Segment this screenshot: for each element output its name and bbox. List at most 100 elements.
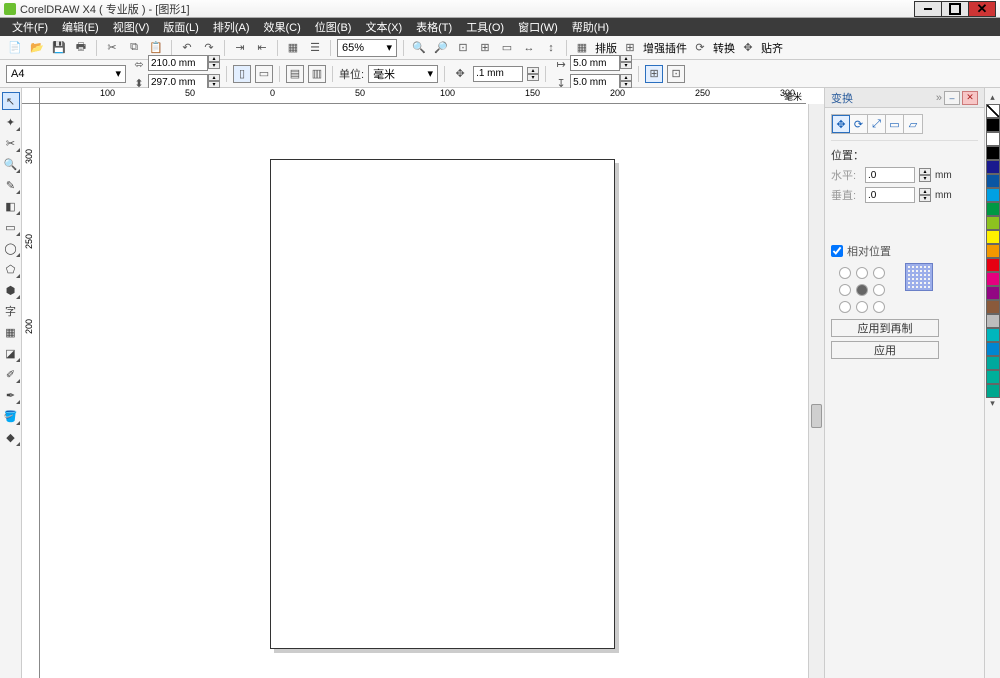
v-input[interactable] — [865, 187, 915, 203]
redo-button[interactable]: ↷ — [200, 39, 218, 57]
menu-tools[interactable]: 工具(O) — [460, 18, 510, 36]
zoom-height-icon[interactable]: ↕ — [542, 39, 560, 57]
tab-scale[interactable]: ⤢ — [868, 115, 886, 133]
docker-close-button[interactable]: ✕ — [962, 91, 978, 105]
portrait-button[interactable]: ▯ — [233, 65, 251, 83]
swatch[interactable] — [986, 286, 1000, 300]
pick-tool[interactable]: ↖ — [2, 92, 20, 110]
eyedropper-tool[interactable]: ✐ — [2, 365, 20, 383]
dup-x-input[interactable]: 5.0 mm — [570, 55, 620, 71]
basic-shapes-tool[interactable]: ⬢ — [2, 281, 20, 299]
swatch[interactable] — [986, 300, 1000, 314]
landscape-button[interactable]: ▭ — [255, 65, 273, 83]
ruler-origin[interactable] — [22, 88, 40, 104]
menu-file[interactable]: 文件(F) — [6, 18, 54, 36]
zoom-combo[interactable]: 65%▾ — [337, 39, 397, 57]
zoom-page-icon[interactable]: ▭ — [498, 39, 516, 57]
swatch-none[interactable] — [986, 104, 1000, 118]
palette-down[interactable]: ▾ — [990, 398, 995, 410]
close-button[interactable]: ✕ — [968, 1, 996, 17]
group-convert-icon[interactable]: ⟳ — [691, 39, 709, 57]
tab-skew[interactable]: ▱ — [904, 115, 922, 133]
ruler-horizontal[interactable]: 100 50 0 50 100 150 200 250 300 毫米 — [40, 88, 806, 104]
menu-table[interactable]: 表格(T) — [410, 18, 458, 36]
welcome-button[interactable]: ☰ — [306, 39, 324, 57]
minimize-button[interactable] — [914, 1, 942, 17]
swatch[interactable] — [986, 244, 1000, 258]
interactive-fill-tool[interactable]: ◆ — [2, 428, 20, 446]
fill-tool[interactable]: 🪣 — [2, 407, 20, 425]
page-width-input[interactable]: 210.0 mm — [148, 55, 208, 71]
apply-duplicate-button[interactable]: 应用到再制 — [831, 319, 939, 337]
h-input[interactable] — [865, 167, 915, 183]
maximize-button[interactable] — [941, 1, 969, 17]
docker-header[interactable]: 变换 » – ✕ — [825, 88, 984, 108]
zoom-out-icon[interactable]: 🔎 — [432, 39, 450, 57]
new-button[interactable]: 📄 — [6, 39, 24, 57]
tab-rotate[interactable]: ⟳ — [850, 115, 868, 133]
crop-tool[interactable]: ✂ — [2, 134, 20, 152]
menu-effects[interactable]: 效果(C) — [258, 18, 307, 36]
smart-fill-tool[interactable]: ◧ — [2, 197, 20, 215]
zoom-selection-icon[interactable]: ⊡ — [454, 39, 472, 57]
tab-position[interactable]: ✥ — [832, 115, 850, 133]
paste-button[interactable]: 📋 — [147, 39, 165, 57]
units-combo[interactable]: 毫米▾ — [368, 65, 438, 83]
text-tool[interactable]: 字 — [2, 302, 20, 320]
zoom-in-icon[interactable]: 🔍 — [410, 39, 428, 57]
swatch[interactable] — [986, 258, 1000, 272]
all-pages-button[interactable]: ▤ — [286, 65, 304, 83]
export-button[interactable]: ⇤ — [253, 39, 271, 57]
shape-tool[interactable]: ✦ — [2, 113, 20, 131]
print-button[interactable]: 🖶 — [72, 39, 90, 57]
paper-size-combo[interactable]: A4▾ — [6, 65, 126, 83]
copy-button[interactable]: ⧉ — [125, 39, 143, 57]
vertical-scrollbar[interactable] — [808, 104, 824, 678]
save-button[interactable]: 💾 — [50, 39, 68, 57]
table-tool[interactable]: ▦ — [2, 323, 20, 341]
swatch[interactable] — [986, 174, 1000, 188]
swatch[interactable] — [986, 370, 1000, 384]
relative-checkbox[interactable]: 相对位置 — [831, 243, 978, 259]
swatch[interactable] — [986, 328, 1000, 342]
cut-button[interactable]: ✂ — [103, 39, 121, 57]
menu-window[interactable]: 窗口(W) — [512, 18, 564, 36]
drawing-canvas[interactable] — [40, 104, 806, 678]
swatch[interactable] — [986, 202, 1000, 216]
swatch[interactable] — [986, 272, 1000, 286]
snap-toggle-2[interactable]: ⊡ — [667, 65, 685, 83]
import-button[interactable]: ⇥ — [231, 39, 249, 57]
scrollbar-thumb[interactable] — [811, 404, 822, 428]
zoom-all-icon[interactable]: ⊞ — [476, 39, 494, 57]
menu-bitmaps[interactable]: 位图(B) — [309, 18, 358, 36]
menu-help[interactable]: 帮助(H) — [566, 18, 615, 36]
swatch[interactable] — [986, 384, 1000, 398]
palette-up[interactable]: ▴ — [990, 92, 995, 104]
menu-text[interactable]: 文本(X) — [359, 18, 408, 36]
zoom-width-icon[interactable]: ↔ — [520, 39, 538, 57]
menu-layout[interactable]: 版面(L) — [157, 18, 204, 36]
docker-collapse-button[interactable]: – — [944, 91, 960, 105]
swatch[interactable] — [986, 314, 1000, 328]
swatch[interactable] — [986, 188, 1000, 202]
swatch[interactable] — [986, 146, 1000, 160]
apply-button[interactable]: 应用 — [831, 341, 939, 359]
menu-arrange[interactable]: 排列(A) — [207, 18, 256, 36]
freehand-tool[interactable]: ✎ — [2, 176, 20, 194]
polygon-tool[interactable]: ⬠ — [2, 260, 20, 278]
outline-tool[interactable]: ✒ — [2, 386, 20, 404]
open-button[interactable]: 📂 — [28, 39, 46, 57]
ruler-vertical[interactable]: 300 250 200 — [22, 104, 40, 678]
app-launcher-button[interactable]: ▦ — [284, 39, 302, 57]
group-plugin-icon[interactable]: ⊞ — [621, 39, 639, 57]
current-page-button[interactable]: ▥ — [308, 65, 326, 83]
anchor-grid[interactable] — [839, 267, 887, 315]
menu-view[interactable]: 视图(V) — [107, 18, 156, 36]
swatch[interactable] — [986, 216, 1000, 230]
tab-size[interactable]: ▭ — [886, 115, 904, 133]
zoom-tool[interactable]: 🔍 — [2, 155, 20, 173]
swatch[interactable] — [986, 356, 1000, 370]
interactive-tool[interactable]: ◪ — [2, 344, 20, 362]
group-snap-icon[interactable]: ✥ — [739, 39, 757, 57]
menu-edit[interactable]: 编辑(E) — [56, 18, 105, 36]
